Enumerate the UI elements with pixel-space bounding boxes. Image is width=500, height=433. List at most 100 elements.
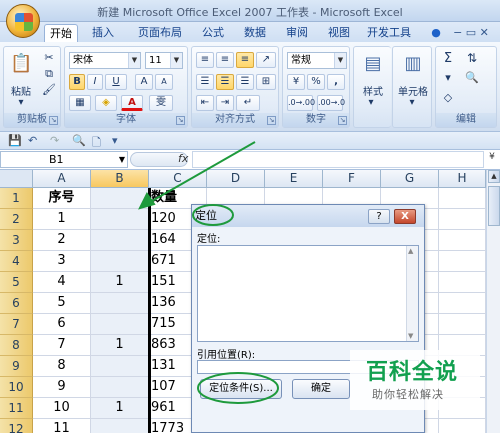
close-button[interactable]: X [394, 209, 416, 224]
cell-a-5[interactable]: 4 [33, 272, 91, 293]
scroll-down-icon[interactable]: ▼ [408, 332, 413, 340]
tab-insert[interactable]: 插入 [86, 24, 120, 42]
special-button[interactable]: 定位条件(S)... [200, 379, 282, 399]
help-button[interactable]: ? [368, 209, 390, 224]
paste-dropdown-icon[interactable]: ▾ [16, 97, 26, 108]
cell-a-6[interactable]: 5 [33, 293, 91, 314]
cell-b-5[interactable]: 1 [91, 272, 149, 293]
scroll-up-icon[interactable]: ▲ [488, 170, 500, 183]
cell-h-12[interactable] [439, 419, 486, 433]
clear-icon[interactable]: ◇ [438, 91, 458, 104]
find-select-icon[interactable]: 🔍 [462, 71, 482, 84]
row-header[interactable]: 5 [0, 272, 33, 293]
styles-label[interactable]: 样式 [356, 83, 390, 98]
cells-icon[interactable]: ▥ [402, 53, 424, 77]
format-painter-icon[interactable]: 🖌 [42, 83, 56, 96]
shrink-font-button[interactable]: A [155, 74, 173, 90]
goto-list[interactable]: ▲ ▼ [197, 245, 419, 342]
cell-h-7[interactable] [439, 314, 486, 335]
cell-b-8[interactable]: 1 [91, 335, 149, 356]
styles-icon[interactable]: ▤ [362, 53, 384, 77]
align-middle-icon[interactable]: ≡ [216, 52, 234, 68]
italic-button[interactable]: I [87, 74, 103, 90]
row-header[interactable]: 9 [0, 356, 33, 377]
print-preview-icon[interactable]: 🔍 [72, 134, 86, 147]
row-header[interactable]: 3 [0, 230, 33, 251]
cell-b-6[interactable] [91, 293, 149, 314]
chevron-down-icon[interactable]: ▾ [366, 97, 376, 108]
font-size-select[interactable]: 11 ▼ [145, 52, 183, 69]
row-header[interactable]: 1 [0, 188, 33, 209]
align-right-icon[interactable]: ☰ [236, 74, 254, 90]
help-icon[interactable]: ● [428, 24, 444, 42]
merge-center-icon[interactable]: ⊞ [256, 74, 276, 90]
customize-qat-icon[interactable]: ▾ [112, 134, 118, 147]
cell-b-7[interactable] [91, 314, 149, 335]
increase-decimal-icon[interactable]: .0→.00 [287, 95, 315, 111]
column-header-d[interactable]: D [207, 170, 265, 188]
column-header-a[interactable]: A [33, 170, 91, 188]
fill-icon[interactable]: ▾ [438, 71, 458, 84]
row-header[interactable]: 10 [0, 377, 33, 398]
font-color-button[interactable]: A [121, 95, 143, 111]
underline-button[interactable]: U [105, 74, 127, 90]
cell-b-3[interactable] [91, 230, 149, 251]
number-format-select[interactable]: 常规 ▼ [287, 52, 347, 69]
row-header[interactable]: 8 [0, 335, 33, 356]
bold-button[interactable]: B [69, 74, 85, 90]
fill-color-icon[interactable]: ◈ [95, 95, 117, 111]
formula-input[interactable] [192, 151, 484, 168]
tab-data[interactable]: 数据 [238, 24, 272, 42]
cell-b-12[interactable] [91, 419, 149, 433]
cell-a-10[interactable]: 9 [33, 377, 91, 398]
undo-icon[interactable]: ↶ [28, 134, 37, 147]
office-button[interactable] [6, 4, 40, 38]
window-controls[interactable]: − ▭ ✕ [448, 24, 494, 42]
column-header-g[interactable]: G [381, 170, 439, 188]
cell-a-12[interactable]: 11 [33, 419, 91, 433]
font-name-select[interactable]: 宋体 ▼ [69, 52, 141, 69]
borders-icon[interactable]: ▦ [69, 95, 91, 111]
cell-h-4[interactable] [439, 251, 486, 272]
align-top-icon[interactable]: ≡ [196, 52, 214, 68]
copy-icon[interactable]: ⧉ [42, 67, 56, 81]
row-header[interactable]: 4 [0, 251, 33, 272]
tab-review[interactable]: 审阅 [280, 24, 314, 42]
row-header[interactable]: 7 [0, 314, 33, 335]
tab-view[interactable]: 视图 [322, 24, 356, 42]
sort-filter-icon[interactable]: ⇅ [462, 51, 482, 65]
autosum-button[interactable]: Σ [438, 51, 458, 66]
tab-page-layout[interactable]: 页面布局 [130, 24, 190, 42]
paste-label[interactable]: 粘贴 [8, 83, 34, 98]
orientation-icon[interactable]: ↗ [256, 52, 276, 68]
vertical-scrollbar[interactable]: ▲ [486, 170, 500, 433]
cell-a-8[interactable]: 7 [33, 335, 91, 356]
align-center-icon[interactable]: ☰ [216, 74, 234, 90]
cell-b-9[interactable] [91, 356, 149, 377]
cell-a-3[interactable]: 2 [33, 230, 91, 251]
cell-a-11[interactable]: 10 [33, 398, 91, 419]
currency-icon[interactable]: ¥ [287, 74, 305, 90]
cell-a-9[interactable]: 8 [33, 356, 91, 377]
row-header[interactable]: 6 [0, 293, 33, 314]
align-left-icon[interactable]: ☰ [196, 74, 214, 90]
cut-icon[interactable]: ✂ [42, 51, 56, 64]
expand-formula-icon[interactable]: ¥ [486, 152, 498, 167]
cell-a-1[interactable]: 序号 [33, 188, 91, 209]
clipboard-launcher-icon[interactable]: ↘ [49, 116, 58, 125]
ok-button[interactable]: 确定 [292, 379, 350, 399]
cell-b-10[interactable] [91, 377, 149, 398]
tab-home[interactable]: 开始 [44, 24, 78, 42]
phonetic-button[interactable]: 雯 [149, 95, 173, 111]
cell-b-2[interactable] [91, 209, 149, 230]
redo-icon[interactable]: ↷ [50, 134, 59, 147]
decrease-decimal-icon[interactable]: .00→.0 [317, 95, 345, 111]
comma-button[interactable]: , [327, 74, 345, 90]
cell-h-1[interactable] [439, 188, 486, 209]
cell-a-4[interactable]: 3 [33, 251, 91, 272]
row-header[interactable]: 11 [0, 398, 33, 419]
increase-indent-icon[interactable]: ⇥ [216, 95, 234, 111]
cell-h-3[interactable] [439, 230, 486, 251]
align-bottom-icon[interactable]: ≡ [236, 52, 254, 68]
number-launcher-icon[interactable]: ↘ [338, 116, 347, 125]
